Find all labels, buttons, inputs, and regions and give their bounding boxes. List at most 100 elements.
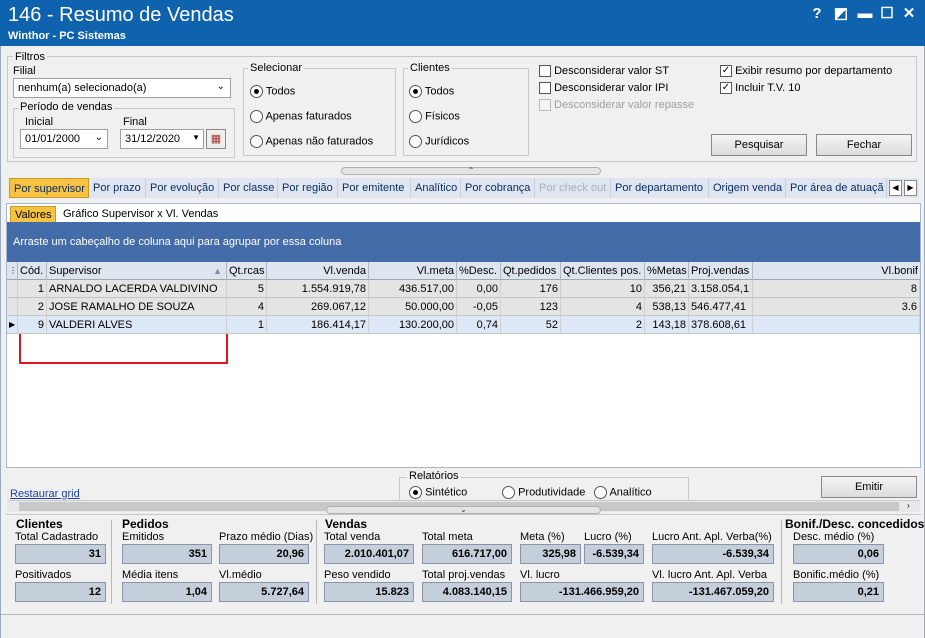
pesquisar-button[interactable]: Pesquisar bbox=[711, 134, 807, 156]
tab-por-classe[interactable]: Por classe bbox=[219, 178, 278, 198]
radio-icon[interactable] bbox=[502, 486, 515, 499]
dropdown-arrow-icon[interactable]: ▼ bbox=[192, 133, 200, 142]
tab-por-evolucao[interactable]: Por evolução bbox=[146, 178, 219, 198]
check-label: Desconsiderar valor repasse bbox=[554, 99, 695, 111]
col-desc[interactable]: %Desc. bbox=[457, 262, 501, 280]
scroll-right-icon[interactable]: › bbox=[907, 501, 910, 510]
selecionar-title: Selecionar bbox=[248, 62, 304, 74]
radio-icon[interactable] bbox=[594, 486, 607, 499]
tab-por-emitente[interactable]: Por emitente bbox=[338, 178, 411, 198]
minimize-icon[interactable]: ▬ bbox=[854, 4, 876, 24]
check-label: Desconsiderar valor ST bbox=[554, 65, 669, 77]
row-indicator-icon bbox=[7, 298, 18, 316]
emitidos-value: 351 bbox=[122, 544, 212, 564]
total-proj-value: 4.083.140,15 bbox=[422, 582, 512, 602]
col-vlbonif[interactable]: Vl.bonif bbox=[753, 262, 920, 280]
total-meta-value: 616.717,00 bbox=[422, 544, 512, 564]
col-cod[interactable]: Cód. bbox=[18, 262, 47, 280]
tab-por-departamento[interactable]: Por departamento bbox=[611, 178, 709, 198]
table-cell: 176 bbox=[501, 280, 561, 298]
clientes-option-todos[interactable]: Todos bbox=[409, 85, 454, 98]
tab-por-area-atuacao[interactable]: Por área de atuaçã bbox=[786, 178, 887, 198]
column-chooser-icon[interactable]: ⋮ bbox=[7, 262, 18, 280]
prazo-medio-value: 20,96 bbox=[219, 544, 309, 564]
collapse-splitter[interactable]: ⌃ bbox=[341, 167, 601, 175]
radio-icon[interactable] bbox=[250, 85, 263, 98]
check-incluir-tv10[interactable]: ✓ Incluir T.V. 10 bbox=[720, 82, 801, 95]
radio-icon[interactable] bbox=[409, 135, 422, 148]
group-by-panel[interactable]: Arraste um cabeçalho de coluna aqui para… bbox=[7, 222, 920, 262]
restaurar-grid-link[interactable]: Restaurar grid bbox=[10, 488, 80, 500]
table-row[interactable]: ▶ 9 VALDERI ALVES 1 186.414,17 130.200,00 0,74… bbox=[7, 316, 920, 334]
checkmark-icon[interactable]: ✓ bbox=[720, 82, 732, 95]
help-icon[interactable]: ? bbox=[806, 4, 828, 24]
table-cell: 52 bbox=[501, 316, 561, 334]
table-cell: 0,00 bbox=[457, 280, 501, 298]
lucro-ant-label: Lucro Ant. Apl. Verba(%) bbox=[652, 531, 772, 543]
radio-icon[interactable] bbox=[409, 110, 422, 123]
check-desconsiderar-st[interactable]: Desconsiderar valor ST bbox=[539, 65, 669, 78]
table-cell: VALDERI ALVES bbox=[47, 316, 227, 334]
vl-lucro-ant-label: Vl. lucro Ant. Apl. Verba bbox=[652, 569, 767, 581]
checkbox-icon[interactable] bbox=[539, 82, 551, 95]
expand-splitter[interactable]: ⌄ bbox=[326, 506, 601, 514]
selecionar-option-nao-faturados[interactable]: Apenas não faturados bbox=[250, 135, 373, 148]
restore-icon[interactable]: ◩ bbox=[830, 4, 852, 24]
media-itens-value: 1,04 bbox=[122, 582, 212, 602]
tab-por-prazo[interactable]: Por prazo bbox=[89, 178, 146, 198]
relatorio-produtividade[interactable]: Produtividade bbox=[502, 486, 585, 499]
calendar-icon[interactable]: ▦ bbox=[206, 129, 226, 149]
filial-select[interactable]: nenhum(a) selecionado(a) ⌄ bbox=[13, 78, 231, 98]
grid-header: ⋮ Cód. Supervisor ▲ Qt.rcas Vl.venda Vl.m… bbox=[7, 262, 920, 280]
checkbox-icon[interactable] bbox=[539, 65, 551, 78]
col-projvendas[interactable]: Proj.vendas bbox=[689, 262, 753, 280]
status-bar bbox=[1, 614, 924, 638]
clientes-option-fisicos[interactable]: Físicos bbox=[409, 110, 460, 123]
close-icon[interactable]: ✕ bbox=[898, 4, 920, 24]
col-qtclientes[interactable]: Qt.Clientes pos. bbox=[561, 262, 645, 280]
relatorio-analitico[interactable]: Analítico bbox=[594, 486, 652, 499]
final-date-field[interactable]: 31/12/2020 ▼ bbox=[120, 129, 204, 149]
desc-medio-value: 0,06 bbox=[793, 544, 884, 564]
tab-origem-venda[interactable]: Origem venda bbox=[709, 178, 786, 198]
tab-por-check-out: Por check out bbox=[535, 178, 611, 198]
tabs-scroll-left-icon[interactable]: ◀ bbox=[889, 180, 902, 196]
option-label: Apenas faturados bbox=[265, 110, 352, 123]
tab-analitico[interactable]: Analítico bbox=[411, 178, 461, 198]
radio-icon[interactable] bbox=[409, 85, 422, 98]
lucro-pct-label: Lucro (%) bbox=[584, 531, 632, 543]
check-exibir-resumo[interactable]: ✓ Exibir resumo por departamento bbox=[720, 65, 892, 78]
col-vlvenda[interactable]: Vl.venda bbox=[267, 262, 369, 280]
col-qtrcas[interactable]: Qt.rcas bbox=[227, 262, 267, 280]
col-vlmeta[interactable]: Vl.meta bbox=[369, 262, 457, 280]
fechar-button[interactable]: Fechar bbox=[816, 134, 912, 156]
tab-por-regiao[interactable]: Por região bbox=[278, 178, 338, 198]
check-desconsiderar-ipi[interactable]: Desconsiderar valor IPI bbox=[539, 82, 668, 95]
col-metas[interactable]: %Metas bbox=[645, 262, 689, 280]
selecionar-option-todos[interactable]: Todos bbox=[250, 85, 295, 98]
chevron-down-icon[interactable]: ⌄ bbox=[95, 132, 103, 143]
tab-por-cobranca[interactable]: Por cobrança bbox=[461, 178, 535, 198]
radio-icon[interactable] bbox=[250, 110, 263, 123]
relatorio-sintetico[interactable]: Sintético bbox=[409, 486, 467, 499]
check-desconsiderar-repasse: Desconsiderar valor repasse bbox=[539, 99, 695, 112]
clientes-option-juridicos[interactable]: Jurídicos bbox=[409, 135, 469, 148]
table-cell: 10 bbox=[561, 280, 645, 298]
col-supervisor-label: Supervisor bbox=[49, 265, 102, 277]
tab-por-supervisor[interactable]: Por supervisor bbox=[9, 178, 89, 198]
radio-icon[interactable] bbox=[250, 135, 263, 148]
col-supervisor[interactable]: Supervisor ▲ bbox=[47, 262, 227, 280]
table-cell: 546.477,41 bbox=[689, 298, 753, 316]
selecionar-option-faturados[interactable]: Apenas faturados bbox=[250, 110, 352, 123]
col-qtpedidos[interactable]: Qt.pedidos bbox=[501, 262, 561, 280]
table-row[interactable]: 1 ARNALDO LACERDA VALDIVINO 5 1.554.919,78 4… bbox=[7, 280, 920, 298]
maximize-icon[interactable]: ☐ bbox=[876, 4, 898, 24]
chevron-down-icon[interactable]: ⌄ bbox=[217, 81, 225, 92]
tabs-scroll-right-icon[interactable]: ▶ bbox=[904, 180, 917, 196]
table-row[interactable]: 2 JOSE RAMALHO DE SOUZA 4 269.067,12 50.000,… bbox=[7, 298, 920, 316]
option-label: Produtividade bbox=[518, 486, 586, 499]
checkmark-icon[interactable]: ✓ bbox=[720, 65, 732, 78]
inicial-date-field[interactable]: 01/01/2000 ⌄ bbox=[20, 129, 108, 149]
radio-icon[interactable] bbox=[409, 486, 422, 499]
emitir-button[interactable]: Emitir bbox=[821, 476, 917, 498]
